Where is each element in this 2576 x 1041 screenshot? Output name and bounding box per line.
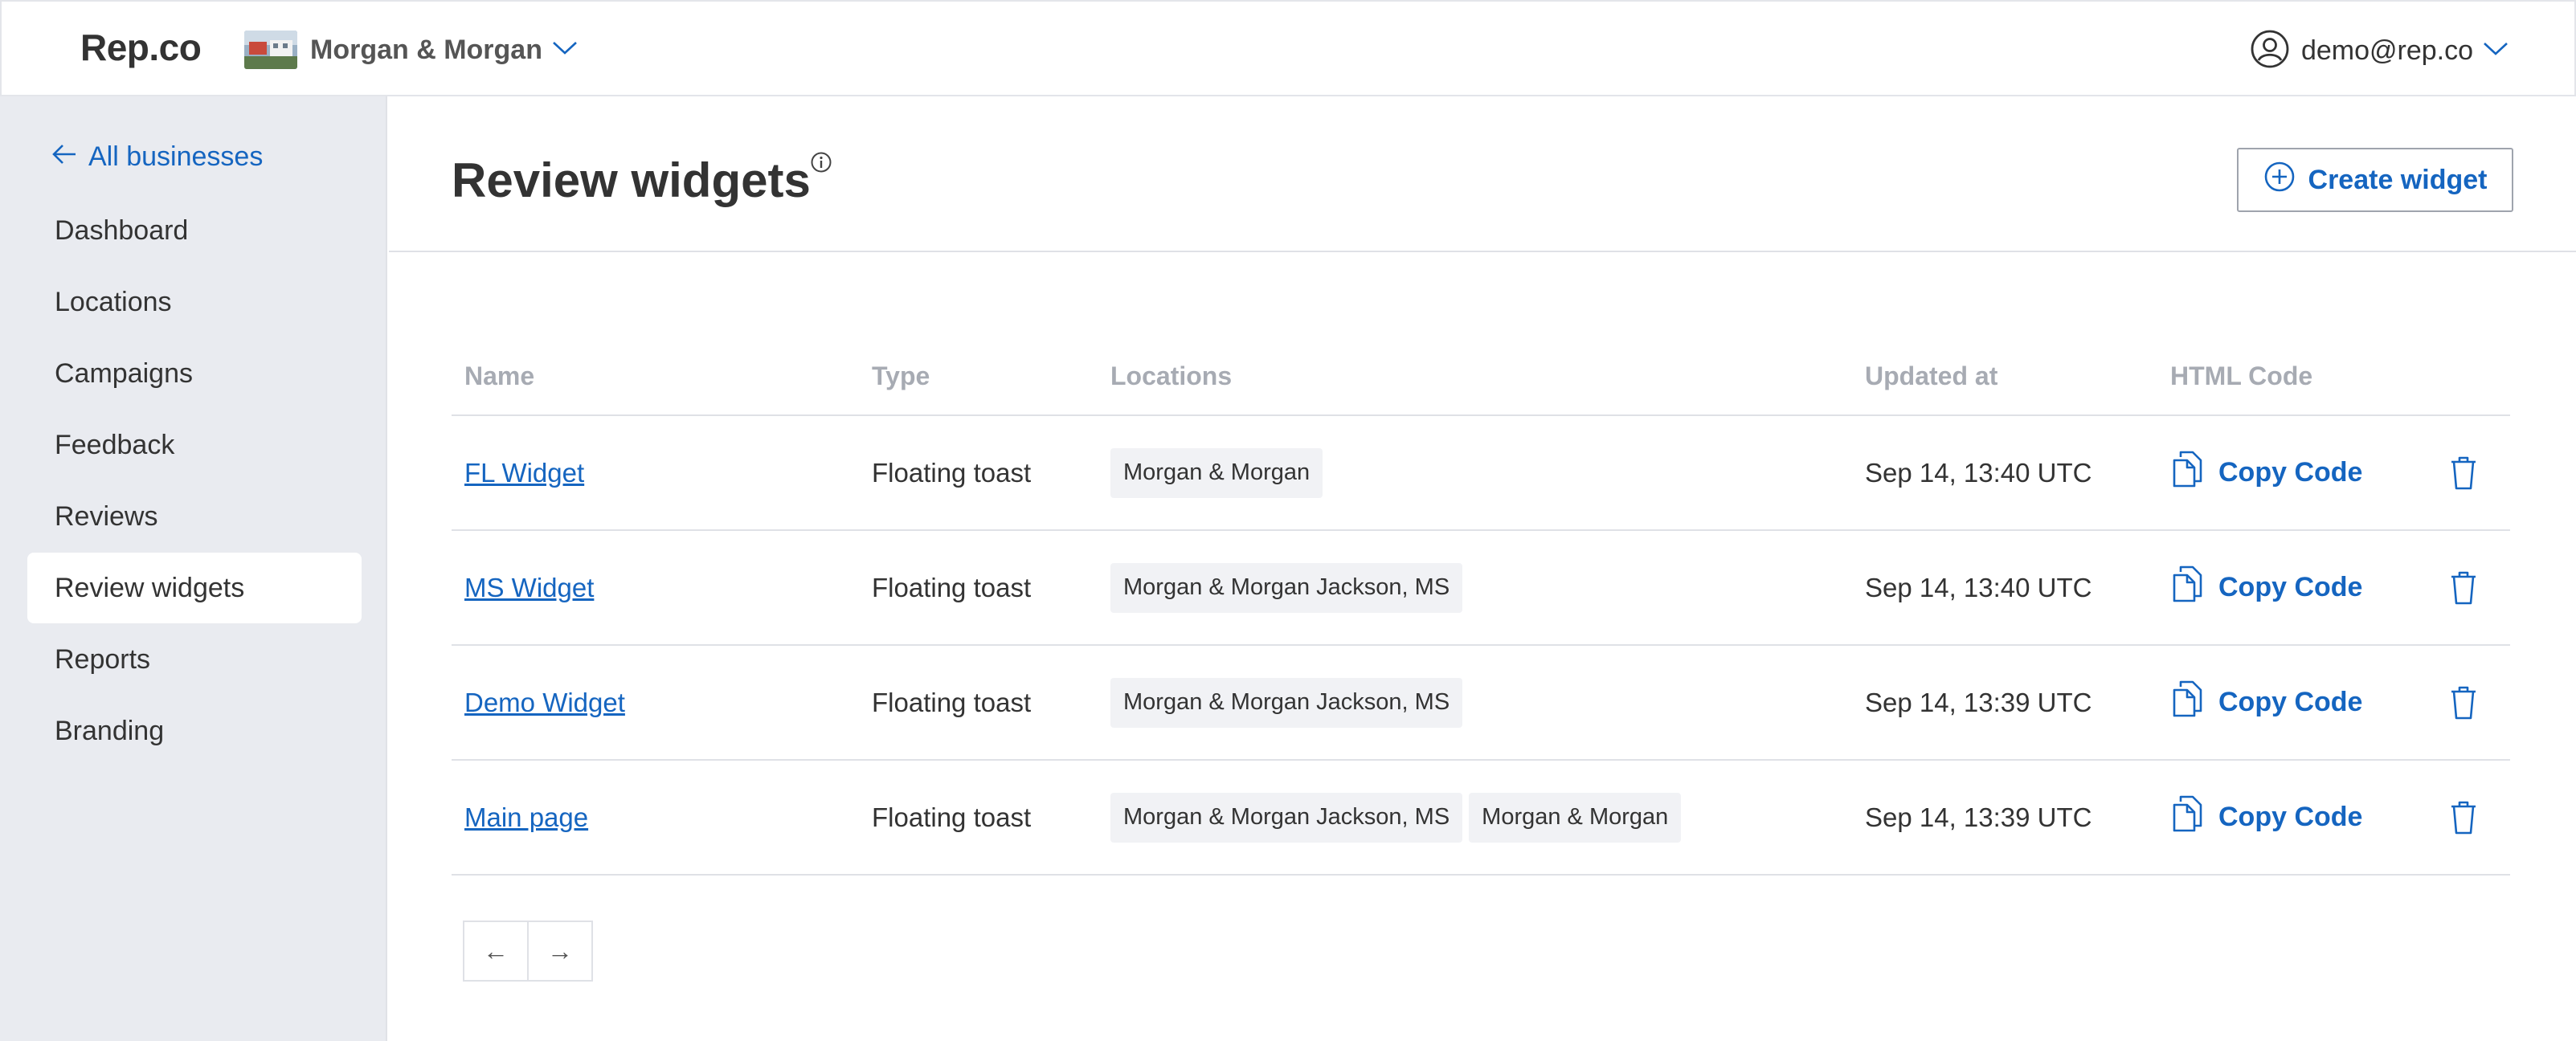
next-page-button[interactable]: → [527, 921, 593, 982]
copy-icon [2170, 679, 2206, 726]
trash-icon[interactable] [2449, 685, 2478, 721]
updated-at: Sep 14, 13:40 UTC [1865, 572, 2092, 602]
column-header-html-code[interactable]: HTML Code [2170, 361, 2312, 391]
widget-name-link[interactable]: Main page [464, 802, 588, 833]
create-widget-button[interactable]: Create widget [2237, 148, 2513, 212]
business-name: Morgan & Morgan [310, 34, 542, 65]
location-tag: Morgan & Morgan Jackson, MS [1110, 677, 1463, 728]
page-title: Review widgets [452, 153, 811, 207]
trash-icon[interactable] [2449, 455, 2478, 491]
location-tag: Morgan & Morgan Jackson, MS [1110, 792, 1463, 843]
chevron-down-icon [552, 40, 578, 60]
sidebar: All businesses Dashboard Locations Campa… [0, 96, 387, 1041]
page-header: Review widgets Create widget [389, 96, 2576, 252]
pagination: ← → [463, 921, 593, 982]
trash-icon[interactable] [2449, 570, 2478, 606]
column-header-name[interactable]: Name [464, 361, 534, 391]
copy-code-button[interactable]: Copy Code [2170, 794, 2362, 841]
sidebar-item-locations[interactable]: Locations [27, 267, 362, 337]
updated-at: Sep 14, 13:40 UTC [1865, 457, 2092, 488]
business-thumbnail [244, 31, 297, 69]
top-bar: Rep.co Morgan & Morgan demo@rep.co [0, 0, 2576, 96]
location-tag: Morgan & Morgan [1469, 792, 1682, 843]
main-content: Review widgets Create widget Name Type L… [389, 96, 2576, 1041]
sidebar-item-feedback[interactable]: Feedback [27, 410, 362, 480]
trash-icon[interactable] [2449, 800, 2478, 835]
sidebar-item-reports[interactable]: Reports [27, 624, 362, 695]
widget-name-link[interactable]: FL Widget [464, 458, 584, 488]
user-email: demo@rep.co [2300, 35, 2473, 66]
arrow-left-icon [51, 141, 77, 173]
info-icon[interactable] [810, 151, 832, 178]
prev-page-button[interactable]: ← [463, 921, 529, 982]
copy-code-label: Copy Code [2218, 457, 2363, 488]
create-widget-label: Create widget [2308, 164, 2488, 195]
location-tags: Morgan & Morgan [1110, 416, 1329, 529]
location-tags: Morgan & Morgan Jackson, MS [1110, 531, 1469, 644]
widget-name-link[interactable]: MS Widget [464, 573, 594, 603]
column-header-type[interactable]: Type [872, 361, 930, 391]
user-menu[interactable]: demo@rep.co [2250, 29, 2509, 72]
location-tag: Morgan & Morgan Jackson, MS [1110, 562, 1463, 613]
sidebar-item-campaigns[interactable]: Campaigns [27, 338, 362, 409]
location-tags: Morgan & Morgan Jackson, MS Morgan & Mor… [1110, 761, 1687, 874]
chevron-down-icon [2483, 41, 2509, 61]
copy-code-button[interactable]: Copy Code [2170, 449, 2362, 496]
plus-circle-icon [2263, 161, 2296, 200]
copy-code-label: Copy Code [2218, 572, 2363, 602]
all-businesses-label: All businesses [88, 141, 264, 172]
table-row: Demo Widget Floating toast Morgan & Morg… [452, 646, 2510, 761]
widget-type: Floating toast [872, 687, 1032, 717]
table-row: MS Widget Floating toast Morgan & Morgan… [452, 531, 2510, 646]
widget-type: Floating toast [872, 457, 1032, 488]
sidebar-item-reviews[interactable]: Reviews [27, 481, 362, 552]
table-row: Main page Floating toast Morgan & Morgan… [452, 761, 2510, 876]
copy-code-button[interactable]: Copy Code [2170, 679, 2362, 726]
copy-icon [2170, 449, 2206, 496]
updated-at: Sep 14, 13:39 UTC [1865, 687, 2092, 717]
location-tags: Morgan & Morgan Jackson, MS [1110, 646, 1469, 759]
copy-code-label: Copy Code [2218, 687, 2363, 717]
widget-type: Floating toast [872, 802, 1032, 832]
column-header-updated-at[interactable]: Updated at [1865, 361, 1997, 391]
sidebar-item-review-widgets[interactable]: Review widgets [27, 553, 362, 623]
widget-type: Floating toast [872, 572, 1032, 602]
app-logo[interactable]: Rep.co [80, 26, 202, 69]
copy-code-label: Copy Code [2218, 802, 2363, 832]
widgets-table: Name Type Locations Updated at HTML Code… [452, 352, 2510, 876]
location-tag: Morgan & Morgan [1110, 447, 1323, 498]
all-businesses-link[interactable]: All businesses [51, 141, 263, 173]
sidebar-item-dashboard[interactable]: Dashboard [27, 195, 362, 266]
user-avatar-icon [2250, 29, 2290, 73]
business-switcher[interactable]: Morgan & Morgan [244, 29, 578, 71]
widget-name-link[interactable]: Demo Widget [464, 688, 625, 718]
table-row: FL Widget Floating toast Morgan & Morgan… [452, 416, 2510, 531]
table-header: Name Type Locations Updated at HTML Code [452, 352, 2510, 416]
copy-icon [2170, 794, 2206, 841]
copy-code-button[interactable]: Copy Code [2170, 564, 2362, 611]
sidebar-item-branding[interactable]: Branding [27, 696, 362, 766]
copy-icon [2170, 564, 2206, 611]
updated-at: Sep 14, 13:39 UTC [1865, 802, 2092, 832]
column-header-locations[interactable]: Locations [1110, 361, 1232, 391]
